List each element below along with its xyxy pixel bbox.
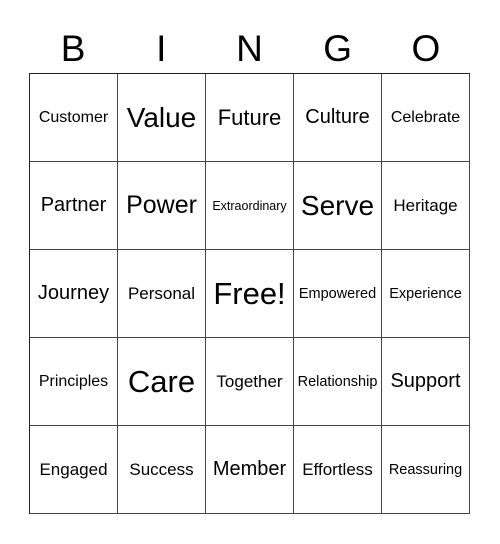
- bingo-cell[interactable]: Engaged: [30, 426, 118, 514]
- bingo-grid: Customer Value Future Culture Celebrate …: [29, 73, 470, 514]
- header-letter-g: G: [323, 28, 353, 69]
- bingo-cell[interactable]: Support: [382, 338, 470, 426]
- bingo-cell[interactable]: Together: [206, 338, 294, 426]
- bingo-cell[interactable]: Success: [118, 426, 206, 514]
- bingo-cell[interactable]: Personal: [118, 250, 206, 338]
- bingo-cell[interactable]: Care: [118, 338, 206, 426]
- bingo-cell[interactable]: Effortless: [294, 426, 382, 514]
- bingo-cell[interactable]: Power: [118, 162, 206, 250]
- bingo-header: B I N G O: [29, 26, 470, 72]
- bingo-cell[interactable]: Relationship: [294, 338, 382, 426]
- header-letter-o: O: [411, 28, 441, 69]
- bingo-cell[interactable]: Partner: [30, 162, 118, 250]
- bingo-cell[interactable]: Heritage: [382, 162, 470, 250]
- header-letter-i: I: [156, 28, 167, 69]
- bingo-cell[interactable]: Future: [206, 74, 294, 162]
- bingo-cell[interactable]: Empowered: [294, 250, 382, 338]
- bingo-cell[interactable]: Extraordinary: [206, 162, 294, 250]
- bingo-cell[interactable]: Experience: [382, 250, 470, 338]
- bingo-cell[interactable]: Reassuring: [382, 426, 470, 514]
- bingo-cell[interactable]: Value: [118, 74, 206, 162]
- bingo-cell[interactable]: Customer: [30, 74, 118, 162]
- header-letter-b: B: [60, 28, 86, 69]
- bingo-cell[interactable]: Culture: [294, 74, 382, 162]
- bingo-cell[interactable]: Member: [206, 426, 294, 514]
- header-letter-n: N: [236, 28, 263, 69]
- free-space-cell[interactable]: Free!: [206, 250, 294, 338]
- bingo-cell[interactable]: Journey: [30, 250, 118, 338]
- bingo-cell[interactable]: Celebrate: [382, 74, 470, 162]
- bingo-cell[interactable]: Serve: [294, 162, 382, 250]
- bingo-cell[interactable]: Principles: [30, 338, 118, 426]
